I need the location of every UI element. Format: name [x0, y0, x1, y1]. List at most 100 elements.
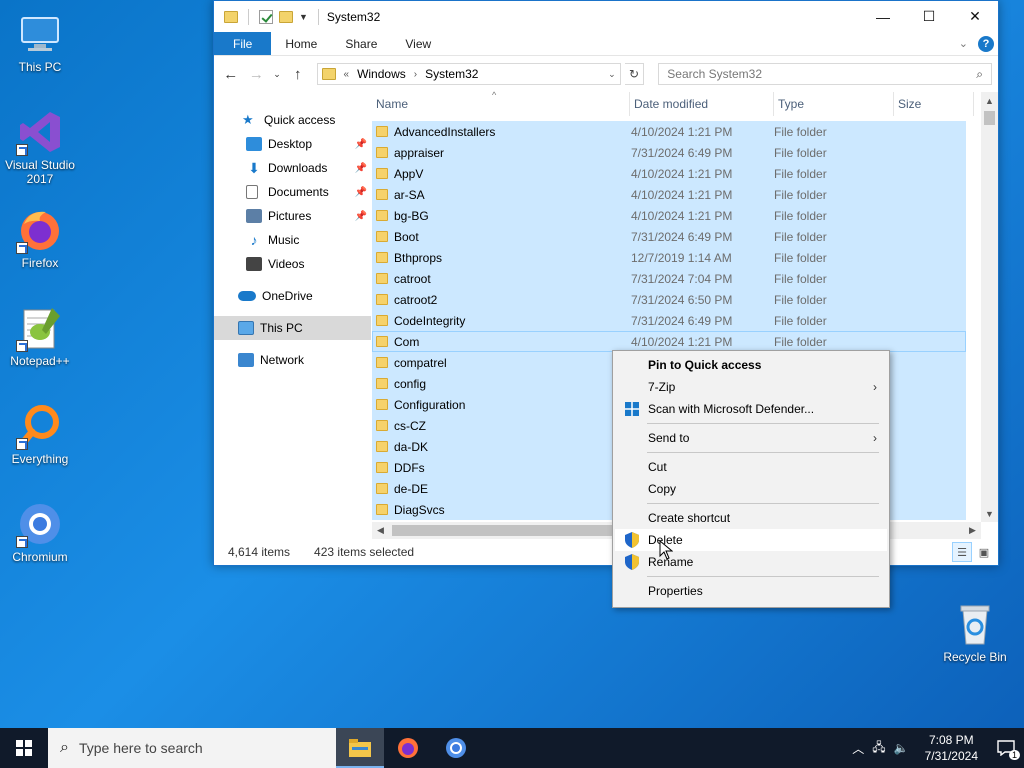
- table-row[interactable]: Bthprops 12/7/2019 1:14 AM File folder: [372, 247, 966, 268]
- column-size[interactable]: Size: [894, 91, 974, 116]
- table-row[interactable]: CodeIntegrity 7/31/2024 6:49 PM File folde…: [372, 310, 966, 331]
- table-row[interactable]: catroot2 7/31/2024 6:50 PM File folder: [372, 289, 966, 310]
- scroll-down-icon[interactable]: ▼: [981, 505, 998, 522]
- file-name-cell: de-DE: [372, 482, 630, 496]
- customize-toolbar-icon[interactable]: ▼: [299, 12, 308, 22]
- menu-7zip[interactable]: 7-Zip ›: [615, 376, 887, 398]
- taskbar-file-explorer[interactable]: [336, 728, 384, 768]
- volume-muted-icon[interactable]: 🔈: [894, 741, 909, 755]
- vertical-scrollbar[interactable]: ▲ ▼: [981, 92, 998, 522]
- new-folder-icon[interactable]: [279, 10, 293, 23]
- show-hidden-icons-icon[interactable]: ︿: [852, 740, 864, 757]
- file-name: CodeIntegrity: [394, 313, 466, 328]
- nav-desktop[interactable]: Desktop 📌: [214, 132, 371, 156]
- menu-delete[interactable]: Delete: [615, 529, 887, 551]
- details-view-icon[interactable]: ☰: [952, 542, 972, 562]
- tab-file[interactable]: File: [214, 32, 272, 55]
- nav-documents[interactable]: Documents 📌: [214, 180, 371, 204]
- address-dropdown-icon[interactable]: ⌄: [608, 69, 616, 80]
- nav-label: Desktop: [268, 137, 313, 151]
- desktop-icon-recycle-bin[interactable]: Recycle Bin: [935, 600, 1015, 664]
- column-type[interactable]: Type: [774, 91, 894, 116]
- back-button[interactable]: ←: [220, 66, 242, 83]
- nav-this-pc[interactable]: This PC: [214, 316, 371, 340]
- table-row[interactable]: ar-SA 4/10/2024 1:21 PM File folder: [372, 184, 966, 205]
- nav-onedrive[interactable]: OneDrive: [214, 284, 371, 308]
- desktop-icon-firefox[interactable]: Firefox: [0, 206, 80, 270]
- taskbar-firefox[interactable]: [384, 728, 432, 768]
- menu-separator: [647, 576, 879, 577]
- desktop-icon-this-pc[interactable]: This PC: [0, 10, 80, 74]
- expand-ribbon-icon[interactable]: ⌄: [959, 37, 968, 50]
- clock[interactable]: 7:08 PM 7/31/2024: [917, 732, 986, 764]
- address-overflow[interactable]: «: [344, 69, 350, 80]
- file-name: appraiser: [394, 145, 445, 160]
- nav-music[interactable]: ♪ Music: [214, 228, 371, 252]
- table-row[interactable]: bg-BG 4/10/2024 1:21 PM File folder: [372, 205, 966, 226]
- navigation-pane: ★ Quick access Desktop 📌 ⬇ Downloads 📌 D…: [214, 92, 372, 539]
- recent-locations-icon[interactable]: ⌄: [271, 69, 283, 80]
- desktop-icon-chromium[interactable]: Chromium: [0, 500, 80, 564]
- column-headers: Name ^ Date modified Type Size: [372, 90, 998, 116]
- table-row[interactable]: appraiser 7/31/2024 6:49 PM File folder: [372, 142, 966, 163]
- breadcrumb-separator-icon[interactable]: ›: [414, 69, 417, 80]
- context-menu: Pin to Quick access 7-Zip › Scan with Mi…: [612, 350, 890, 608]
- scroll-up-icon[interactable]: ▲: [981, 92, 998, 109]
- nav-videos[interactable]: Videos: [214, 252, 371, 276]
- breadcrumb-system32[interactable]: System32: [425, 67, 478, 81]
- menu-create-shortcut[interactable]: Create shortcut: [615, 507, 887, 529]
- menu-properties[interactable]: Properties: [615, 580, 887, 602]
- taskbar-search-input[interactable]: ⌕ Type here to search: [48, 728, 336, 768]
- minimize-button[interactable]: —: [860, 1, 906, 32]
- action-center-button[interactable]: 1: [994, 736, 1020, 760]
- nav-network[interactable]: Network: [214, 348, 371, 372]
- tab-home[interactable]: Home: [271, 32, 331, 55]
- table-row[interactable]: catroot 7/31/2024 7:04 PM File folder: [372, 268, 966, 289]
- taskbar-chromium[interactable]: [432, 728, 480, 768]
- menu-copy[interactable]: Copy: [615, 478, 887, 500]
- column-name[interactable]: Name ^: [372, 90, 630, 116]
- up-button[interactable]: ↑: [287, 66, 309, 83]
- table-row[interactable]: Com 4/10/2024 1:21 PM File folder: [372, 331, 966, 352]
- breadcrumb-windows[interactable]: Windows: [357, 67, 406, 81]
- music-icon: ♪: [250, 232, 258, 248]
- network-icon[interactable]: 🖧: [872, 738, 885, 759]
- scroll-right-icon[interactable]: ▶: [964, 525, 981, 536]
- desktop-icon-notepadpp[interactable]: Notepad++: [0, 304, 80, 368]
- title-bar[interactable]: ▼ System32 — ☐ ✕: [214, 1, 998, 32]
- file-name: DDFs: [394, 460, 425, 475]
- start-button[interactable]: [0, 728, 48, 768]
- tab-share[interactable]: Share: [331, 32, 391, 55]
- maximize-button[interactable]: ☐: [906, 1, 952, 32]
- large-icons-view-icon[interactable]: ▣: [974, 542, 994, 562]
- menu-pin-to-quick-access[interactable]: Pin to Quick access: [615, 354, 887, 376]
- file-name: bg-BG: [394, 208, 429, 223]
- menu-rename[interactable]: Rename: [615, 551, 887, 573]
- address-bar[interactable]: « Windows › System32 ⌄: [316, 63, 621, 85]
- desktop-icon-everything[interactable]: Everything: [0, 402, 80, 466]
- file-name: AdvancedInstallers: [394, 124, 496, 139]
- nav-pictures[interactable]: Pictures 📌: [214, 204, 371, 228]
- help-icon[interactable]: ?: [978, 35, 994, 52]
- close-button[interactable]: ✕: [952, 1, 998, 32]
- table-row[interactable]: Boot 7/31/2024 6:49 PM File folder: [372, 226, 966, 247]
- file-name-cell: ar-SA: [372, 188, 630, 202]
- scroll-thumb[interactable]: [984, 111, 995, 125]
- tab-view[interactable]: View: [391, 32, 445, 55]
- menu-send-to[interactable]: Send to ›: [615, 427, 887, 449]
- table-row[interactable]: AppV 4/10/2024 1:21 PM File folder: [372, 163, 966, 184]
- search-input[interactable]: Search System32 ⌕: [658, 63, 993, 85]
- scroll-left-icon[interactable]: ◀: [372, 525, 389, 536]
- menu-scan-defender[interactable]: Scan with Microsoft Defender...: [615, 398, 887, 420]
- nav-quick-access[interactable]: ★ Quick access: [214, 108, 371, 132]
- column-date-modified[interactable]: Date modified: [630, 91, 774, 116]
- menu-cut[interactable]: Cut: [615, 456, 887, 478]
- folder-icon: [376, 126, 388, 137]
- table-row[interactable]: AdvancedInstallers 4/10/2024 1:21 PM File …: [372, 121, 966, 142]
- folder-icon: [376, 504, 388, 515]
- forward-button[interactable]: →: [246, 66, 268, 83]
- desktop-icon-visual-studio[interactable]: Visual Studio 2017: [0, 108, 80, 186]
- refresh-button[interactable]: ↻: [624, 63, 645, 85]
- nav-downloads[interactable]: ⬇ Downloads 📌: [214, 156, 371, 180]
- properties-icon[interactable]: [259, 9, 273, 24]
